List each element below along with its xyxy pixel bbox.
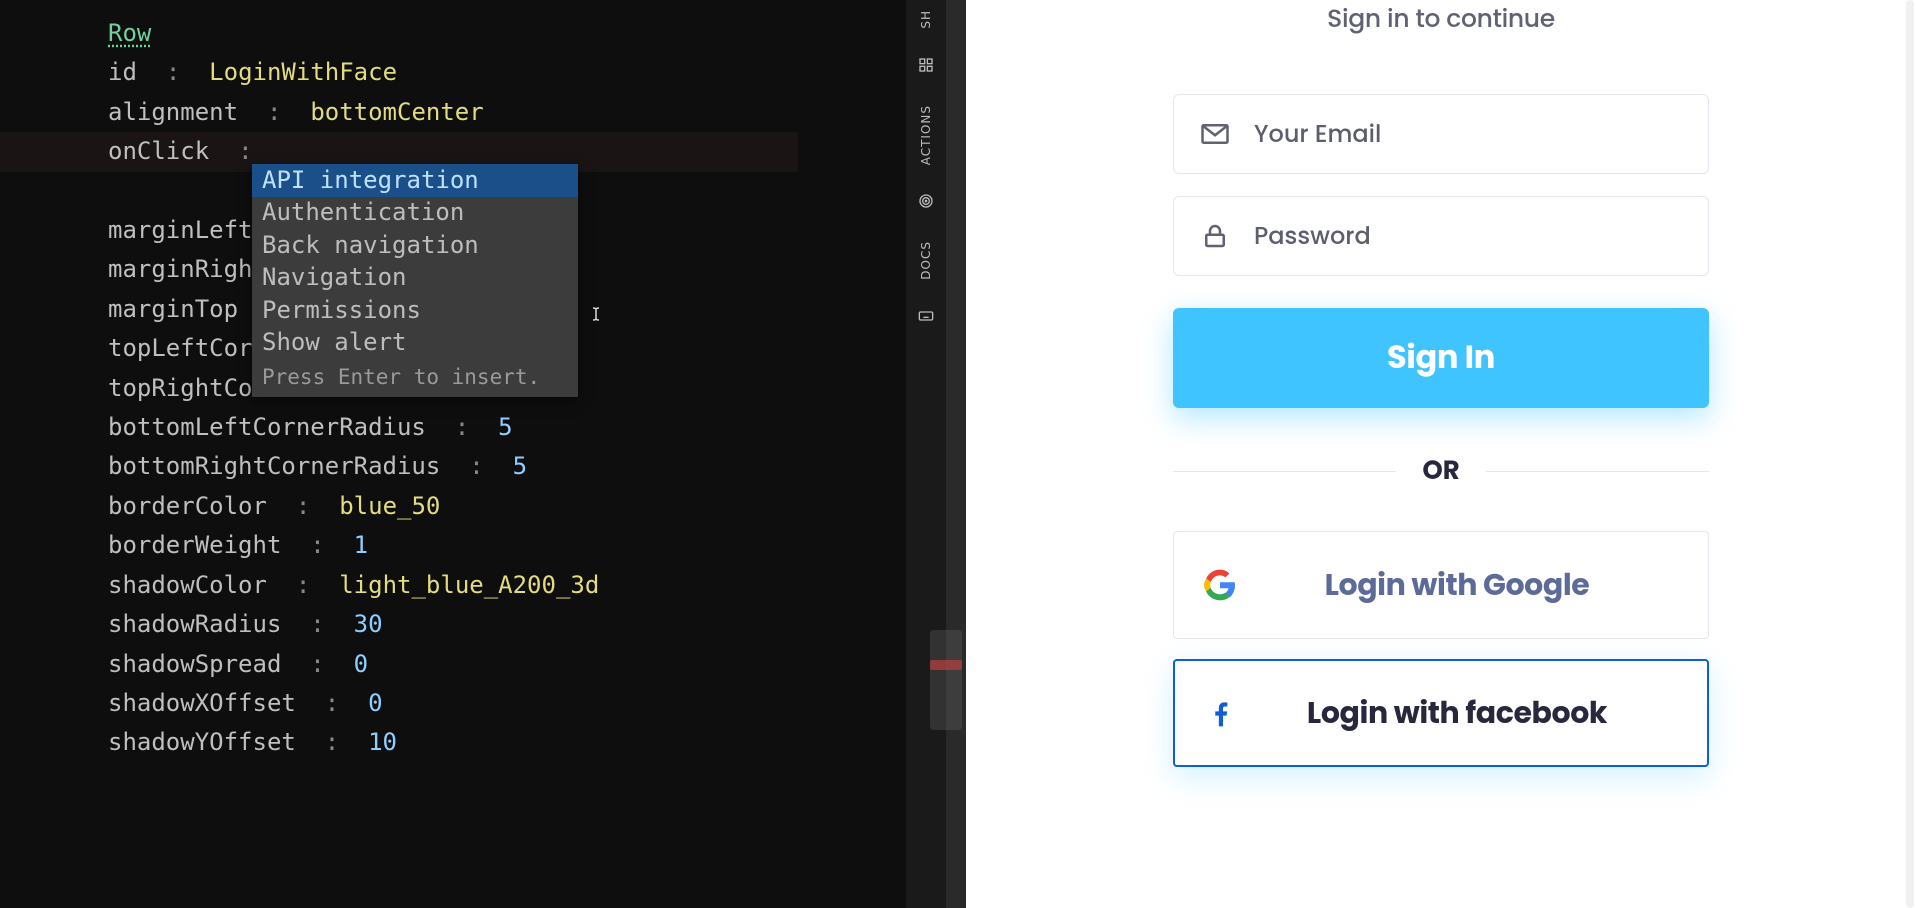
page-subtitle: Sign in to continue	[1173, 0, 1709, 38]
side-rail: SH ACTIONS DOCS	[906, 0, 946, 908]
lock-icon	[1200, 221, 1230, 251]
minimap-error-marker-icon	[930, 660, 962, 670]
sign-in-button[interactable]: Sign In	[1173, 308, 1709, 408]
preview-pane: Sign in to continue Sign In OR	[966, 0, 1916, 908]
minimap-viewport-icon	[930, 630, 962, 730]
autocomplete-hint: Press Enter to insert.	[252, 359, 578, 397]
login-google-button[interactable]: Login with Google	[1173, 531, 1709, 639]
preview-scrollbar[interactable]	[1906, 0, 1914, 908]
autocomplete-item[interactable]: Show alert	[252, 327, 578, 360]
login-facebook-button[interactable]: Login with facebook	[1173, 659, 1709, 767]
login-facebook-label: Login with facebook	[1237, 690, 1677, 736]
rail-tab-docs[interactable]: DOCS	[919, 231, 933, 300]
facebook-icon	[1205, 697, 1237, 729]
rail-tab-show[interactable]: SH	[919, 0, 933, 49]
grid-icon	[918, 57, 934, 73]
autocomplete-popup: API integrationAuthenticationBack naviga…	[252, 164, 578, 397]
email-input[interactable]	[1254, 117, 1717, 152]
split-gutter[interactable]	[946, 0, 966, 908]
or-label: OR	[1422, 452, 1459, 491]
google-icon	[1204, 569, 1236, 601]
autocomplete-item[interactable]: Navigation	[252, 262, 578, 295]
divider-line-right	[1486, 471, 1709, 473]
divider-line-left	[1173, 471, 1396, 473]
keyboard-icon	[918, 308, 934, 324]
password-input[interactable]	[1254, 219, 1717, 254]
or-divider: OR	[1173, 452, 1709, 491]
target-icon	[918, 193, 934, 209]
email-field-wrap[interactable]	[1173, 94, 1709, 174]
autocomplete-item[interactable]: Authentication	[252, 197, 578, 230]
editor-pane[interactable]: Row id : LoginWithFace alignment : botto…	[0, 0, 906, 908]
password-field-wrap[interactable]	[1173, 196, 1709, 276]
autocomplete-item[interactable]: Permissions	[252, 294, 578, 327]
mail-icon	[1200, 119, 1230, 149]
autocomplete-item[interactable]: API integration	[252, 164, 578, 197]
autocomplete-item[interactable]: Back navigation	[252, 229, 578, 262]
rail-tab-actions[interactable]: ACTIONS	[919, 95, 933, 185]
login-google-label: Login with Google	[1236, 562, 1678, 608]
